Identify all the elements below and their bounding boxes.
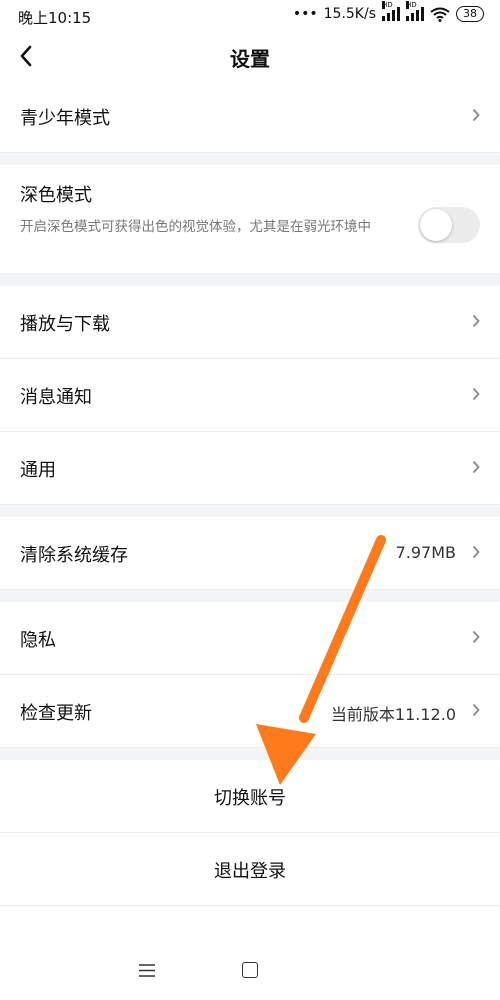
wifi-icon [430, 7, 450, 22]
menu-icon[interactable] [139, 964, 155, 977]
chevron-right-icon [472, 545, 480, 559]
logout-label: 退出登录 [214, 861, 286, 882]
signal-icon: HD [382, 1, 400, 21]
setting-label: 清除系统缓存 [20, 545, 128, 566]
setting-check-update[interactable]: 检查更新 当前版本11.12.0 [0, 675, 500, 748]
battery-icon: 38 [456, 6, 484, 22]
toggle-knob [420, 209, 452, 241]
settings-list: 青少年模式 深色模式 开启深色模式可获得出色的视觉体验，尤其是在弱光环境中 播放… [0, 80, 500, 906]
section-gap [0, 274, 500, 286]
section-gap [0, 505, 500, 517]
setting-notifications[interactable]: 消息通知 [0, 359, 500, 432]
status-time: 晚上10:15 [18, 9, 92, 27]
hd-label-2: HD [406, 1, 417, 9]
chevron-right-icon [472, 630, 480, 644]
system-nav-bar [0, 936, 500, 1000]
setting-privacy[interactable]: 隐私 [0, 602, 500, 675]
setting-description: 开启深色模式可获得出色的视觉体验，尤其是在弱光环境中 [20, 219, 371, 235]
network-speed: 15.5K/s [323, 6, 376, 22]
setting-clear-cache[interactable]: 清除系统缓存 7.97MB [0, 517, 500, 590]
setting-label: 青少年模式 [20, 108, 110, 129]
chevron-right-icon [472, 703, 480, 717]
chevron-right-icon [472, 387, 480, 401]
setting-teen-mode[interactable]: 青少年模式 [0, 80, 500, 153]
setting-dark-mode: 深色模式 开启深色模式可获得出色的视觉体验，尤其是在弱光环境中 [0, 165, 500, 274]
setting-label: 隐私 [20, 630, 56, 651]
status-icons: ••• 15.5K/s HD HD 38 [292, 1, 484, 22]
status-bar: 晚上10:15 ••• 15.5K/s HD HD 38 [0, 0, 500, 34]
hd-label: HD [382, 1, 393, 9]
setting-general[interactable]: 通用 [0, 432, 500, 505]
setting-label: 播放与下载 [20, 314, 110, 335]
switch-account-label: 切换账号 [214, 788, 286, 809]
switch-account-button[interactable]: 切换账号 [0, 760, 500, 833]
header: 设置 [0, 34, 500, 80]
section-gap [0, 748, 500, 760]
setting-playback-download[interactable]: 播放与下载 [0, 286, 500, 359]
setting-label: 检查更新 [20, 703, 92, 724]
section-gap [0, 153, 500, 165]
setting-label: 消息通知 [20, 387, 92, 408]
status-dots: ••• [292, 6, 318, 22]
home-icon[interactable] [242, 962, 258, 978]
dark-mode-toggle[interactable] [418, 207, 480, 243]
chevron-right-icon [472, 314, 480, 328]
setting-label: 深色模式 [20, 185, 92, 206]
chevron-right-icon [472, 460, 480, 474]
logout-button[interactable]: 退出登录 [0, 833, 500, 906]
cache-size: 7.97MB [395, 543, 456, 562]
current-version: 当前版本11.12.0 [330, 705, 456, 724]
page-title: 设置 [230, 47, 270, 71]
section-gap [0, 590, 500, 602]
signal-icon-2: HD [406, 1, 424, 21]
setting-label: 通用 [20, 460, 56, 481]
chevron-right-icon [472, 108, 480, 122]
